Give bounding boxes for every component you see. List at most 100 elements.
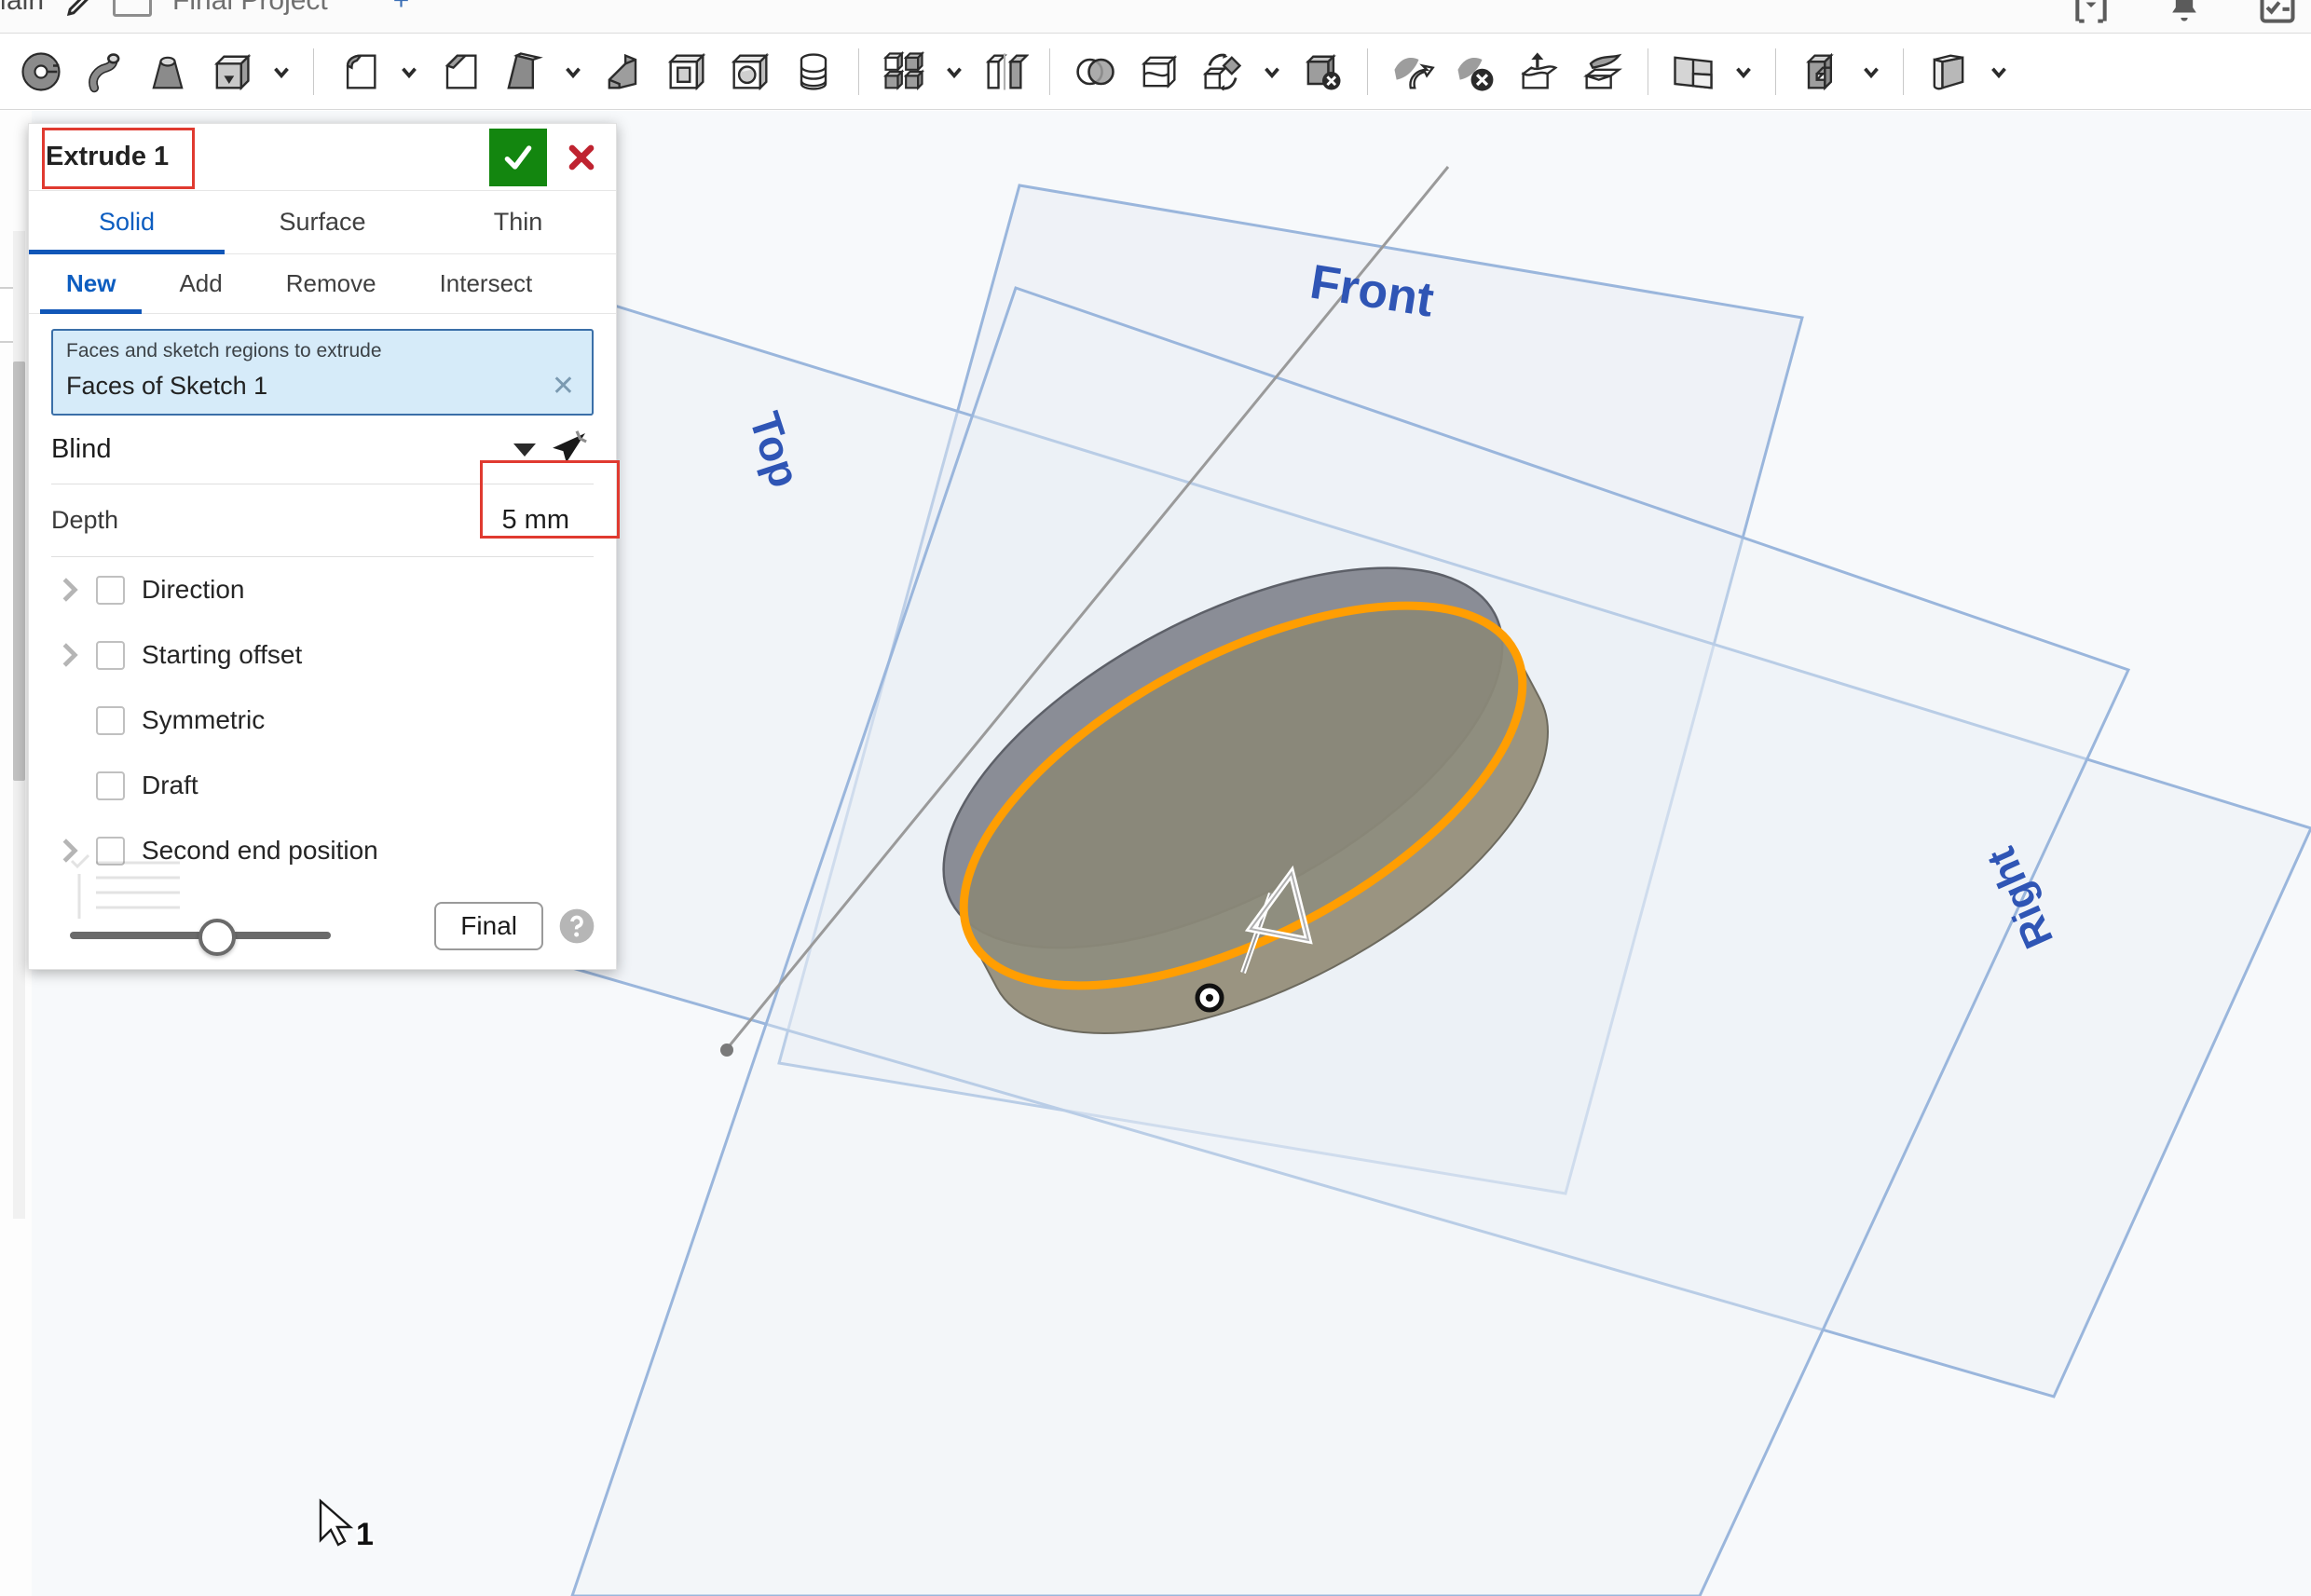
linear-pattern-icon[interactable] — [872, 40, 936, 103]
revolve-icon[interactable] — [782, 40, 845, 103]
checkbox-starting-offset[interactable] — [96, 640, 125, 670]
replace-face-icon[interactable] — [1508, 40, 1571, 103]
cursor-badge: 1 — [356, 1517, 374, 1552]
selection-row: Faces of Sketch 1 ✕ — [66, 372, 579, 401]
toolbar-separator — [1049, 48, 1050, 95]
move-face-icon[interactable] — [1381, 40, 1444, 103]
dialog-type-tabs: Solid Surface Thin — [29, 191, 616, 254]
delete-part-icon[interactable] — [1291, 40, 1354, 103]
sketch-icon[interactable] — [9, 40, 73, 103]
rollback-thumb[interactable] — [198, 919, 236, 956]
fillet-icon[interactable] — [327, 40, 390, 103]
toolbar-separator — [1367, 48, 1368, 95]
pattern-dropdown-caret[interactable] — [936, 40, 973, 103]
axis-endpoint — [720, 1044, 733, 1057]
selection-field[interactable]: Faces and sketch regions to extrude Face… — [51, 329, 594, 416]
chamfer-icon[interactable] — [428, 40, 491, 103]
option-label: Direction — [142, 575, 245, 604]
subtab-new[interactable]: New — [34, 254, 147, 314]
delete-face-icon[interactable] — [1444, 40, 1508, 103]
sheet-metal-icon[interactable] — [1789, 40, 1853, 103]
boolean-icon[interactable] — [1063, 40, 1127, 103]
subtab-remove[interactable]: Remove — [254, 254, 408, 313]
dialog-footer: Final — [29, 853, 616, 969]
feature-tree-scrollbar-thumb[interactable] — [13, 361, 25, 781]
feature-toolbar — [0, 34, 2311, 110]
loft-icon[interactable] — [136, 40, 199, 103]
dialog-title[interactable]: Extrude 1 — [29, 142, 169, 172]
extrude-dialog[interactable]: Extrude 1 Solid Surface Thin New Add Rem… — [28, 123, 620, 970]
flange-icon[interactable] — [1917, 40, 1980, 103]
transform-dropdown-caret[interactable] — [1253, 40, 1291, 103]
option-label: Symmetric — [142, 705, 266, 734]
extrude-dropdown-caret[interactable] — [263, 40, 300, 103]
dialog-actions — [489, 128, 616, 186]
add-tab-button[interactable]: + — [393, 0, 410, 17]
tab-main[interactable]: Main — [0, 0, 44, 17]
tab-final-project[interactable]: Final Project — [172, 0, 328, 17]
bell-icon[interactable] — [2164, 0, 2205, 28]
tab-thin[interactable]: Thin — [420, 191, 616, 253]
flip-direction-icon[interactable] — [543, 425, 594, 475]
option-label: Draft — [142, 771, 198, 799]
end-type-row[interactable]: Blind — [51, 416, 594, 484]
depth-input[interactable]: 5 mm — [502, 505, 595, 536]
sheet-icon[interactable] — [113, 0, 153, 17]
dialog-operation-tabs: New Add Remove Intersect — [29, 254, 616, 314]
plane-icon[interactable] — [1661, 40, 1725, 103]
rib-icon[interactable] — [592, 40, 655, 103]
rollback-slider[interactable] — [70, 919, 331, 956]
help-icon[interactable] — [558, 907, 595, 945]
thicken-icon[interactable] — [1571, 40, 1634, 103]
mirror-icon[interactable] — [973, 40, 1036, 103]
checklist-icon[interactable] — [2257, 0, 2298, 28]
topbar-icons — [2071, 0, 2298, 28]
final-button[interactable]: Final — [434, 902, 543, 950]
checkbox-direction[interactable] — [96, 575, 125, 605]
draft-dropdown-caret[interactable] — [554, 40, 592, 103]
option-label: Starting offset — [142, 640, 303, 669]
mouse-cursor: 1 — [315, 1498, 399, 1554]
toolbar-separator — [1775, 48, 1776, 95]
chevron-right-icon[interactable] — [51, 572, 87, 607]
extrude-icon[interactable] — [199, 40, 263, 103]
depth-label: Depth — [51, 506, 119, 534]
end-type-value: Blind — [51, 434, 112, 464]
depth-row[interactable]: Depth 5 mm — [51, 460, 620, 557]
chevron-down-icon[interactable] — [513, 443, 536, 457]
checkbox-draft[interactable] — [96, 771, 125, 800]
close-icon[interactable]: ✕ — [548, 372, 579, 401]
option-draft[interactable]: Draft — [51, 753, 594, 818]
toolbar-separator — [313, 48, 314, 95]
split-icon[interactable] — [1127, 40, 1190, 103]
subtab-add[interactable]: Add — [147, 254, 253, 313]
tab-solid[interactable]: Solid — [29, 191, 225, 254]
subtab-intersect[interactable]: Intersect — [408, 254, 565, 313]
flange-dropdown-caret[interactable] — [1980, 40, 2017, 103]
option-symmetric[interactable]: Symmetric — [51, 688, 594, 753]
draft-icon[interactable] — [491, 40, 554, 103]
collapse-icon[interactable] — [2071, 0, 2112, 28]
toolbar-separator — [1903, 48, 1904, 95]
fillet-dropdown-caret[interactable] — [390, 40, 428, 103]
plane-dropdown-caret[interactable] — [1725, 40, 1762, 103]
shell-icon[interactable] — [655, 40, 718, 103]
option-starting-offset[interactable]: Starting offset — [51, 622, 594, 688]
dialog-header: Extrude 1 — [29, 124, 616, 191]
transform-icon[interactable] — [1190, 40, 1253, 103]
pencil-icon[interactable] — [64, 0, 92, 19]
sweep-icon[interactable] — [73, 40, 136, 103]
checkbox-symmetric[interactable] — [96, 705, 125, 735]
left-panel-strip — [0, 110, 32, 1596]
sheetmetal-dropdown-caret[interactable] — [1853, 40, 1890, 103]
tab-strip: Main Final Project + — [0, 0, 409, 17]
dialog-body: Faces and sketch regions to extrude Face… — [29, 314, 620, 883]
cancel-button[interactable] — [547, 129, 616, 186]
tab-surface[interactable]: Surface — [225, 191, 420, 253]
selection-caption: Faces and sketch regions to extrude — [66, 340, 382, 361]
confirm-button[interactable] — [489, 128, 547, 186]
option-direction[interactable]: Direction — [51, 557, 594, 622]
chevron-right-icon[interactable] — [51, 637, 87, 673]
hole-icon[interactable] — [718, 40, 782, 103]
mouse-pointer-icon: 1 — [319, 1498, 376, 1554]
